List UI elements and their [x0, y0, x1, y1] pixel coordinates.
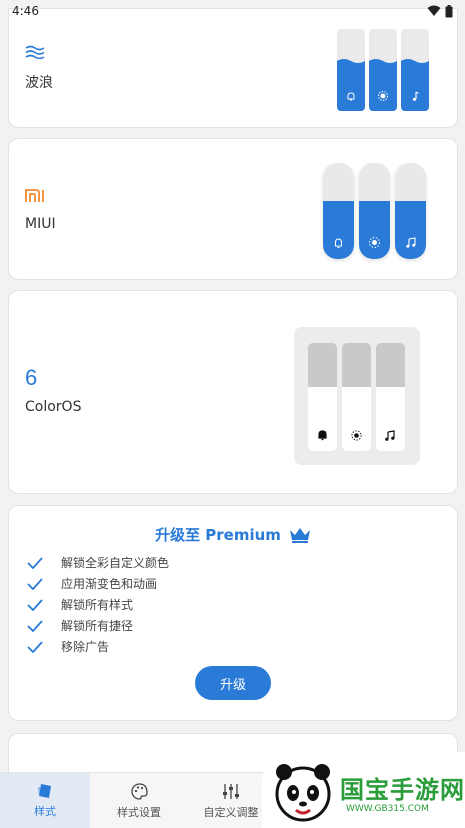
nav-tab-label: 样式设置: [117, 805, 161, 819]
coloros-logo-icon: 6: [25, 365, 38, 390]
sliders-icon: [223, 783, 239, 799]
nav-tab-styles[interactable]: 样式: [0, 773, 90, 828]
battery-icon: [445, 4, 453, 17]
crown-icon: [289, 527, 310, 543]
music-note-icon: [412, 91, 419, 101]
style-card-wave[interactable]: 波浪: [8, 8, 458, 128]
premium-feature: 解锁全彩自定义颜色: [27, 554, 169, 571]
premium-feature: 解锁所有样式: [27, 596, 133, 613]
status-time: 4:46: [12, 4, 39, 18]
watermark-logo-text: 国宝手游网: [340, 776, 465, 804]
style-name-coloros: ColorOS: [25, 399, 82, 415]
check-icon: [27, 619, 43, 632]
premium-feature-label: 解锁所有捷径: [61, 619, 134, 633]
premium-feature-label: 解锁全彩自定义颜色: [61, 556, 170, 570]
brightness-icon: [351, 430, 362, 441]
style-card-miui[interactable]: MIUI: [8, 138, 458, 280]
upgrade-button[interactable]: 升级: [195, 666, 271, 700]
wave-slider-music[interactable]: [401, 29, 429, 111]
premium-title: 升级至 Premium: [9, 524, 457, 545]
check-icon: [27, 577, 43, 590]
bell-icon: [347, 92, 355, 101]
check-icon: [27, 556, 43, 569]
watermark-url: WWW.GB315.COM: [346, 804, 429, 814]
nav-tab-style-settings[interactable]: 样式设置: [94, 773, 184, 828]
wave-icon: [25, 45, 45, 59]
music-note-icon: [406, 237, 416, 248]
premium-feature: 解锁所有捷径: [27, 617, 133, 634]
miui-slider-ringer[interactable]: [323, 163, 354, 259]
wave-slider-brightness[interactable]: [369, 29, 397, 111]
nav-tab-label: 自定义调整: [203, 805, 259, 819]
brightness-icon: [378, 91, 388, 101]
miui-slider-music[interactable]: [395, 163, 426, 259]
watermark: 国宝手游网 WWW.GB315.COM: [262, 752, 465, 828]
style-card-coloros[interactable]: 6 ColorOS: [8, 290, 458, 494]
premium-feature-label: 应用渐变色和动画: [61, 577, 158, 591]
panda-logo-icon: [275, 764, 331, 822]
style-name-miui: MIUI: [25, 216, 56, 232]
premium-feature-label: 解锁所有样式: [61, 598, 134, 612]
mi-logo-icon: [25, 189, 44, 202]
style-name-wave: 波浪: [25, 75, 53, 91]
bell-icon: [335, 238, 342, 248]
status-icons: [427, 4, 453, 18]
status-bar: 4:46: [0, 0, 465, 22]
check-icon: [27, 640, 43, 653]
premium-feature-label: 移除广告: [61, 640, 110, 654]
bell-icon: [318, 430, 327, 441]
premium-title-text: 升级至 Premium: [155, 526, 281, 544]
coloros-slider-brightness[interactable]: [342, 343, 371, 451]
nav-tab-label: 样式: [34, 805, 56, 818]
style-icon: [38, 784, 51, 798]
wifi-icon: [427, 5, 441, 16]
coloros-slider-ringer[interactable]: [308, 343, 337, 451]
music-note-icon: [385, 430, 395, 441]
wave-slider-ringer[interactable]: [337, 29, 365, 111]
brightness-icon: [369, 237, 380, 248]
palette-icon: [130, 782, 148, 800]
miui-slider-brightness[interactable]: [359, 163, 390, 259]
premium-feature: 应用渐变色和动画: [27, 575, 157, 592]
coloros-slider-music[interactable]: [376, 343, 405, 451]
check-icon: [27, 598, 43, 611]
premium-card: 升级至 Premium 解锁全彩自定义颜色 应用渐变色和动画 解锁所有样式 解锁…: [8, 505, 458, 721]
coloros-panel: [294, 327, 420, 465]
premium-feature: 移除广告: [27, 638, 109, 655]
